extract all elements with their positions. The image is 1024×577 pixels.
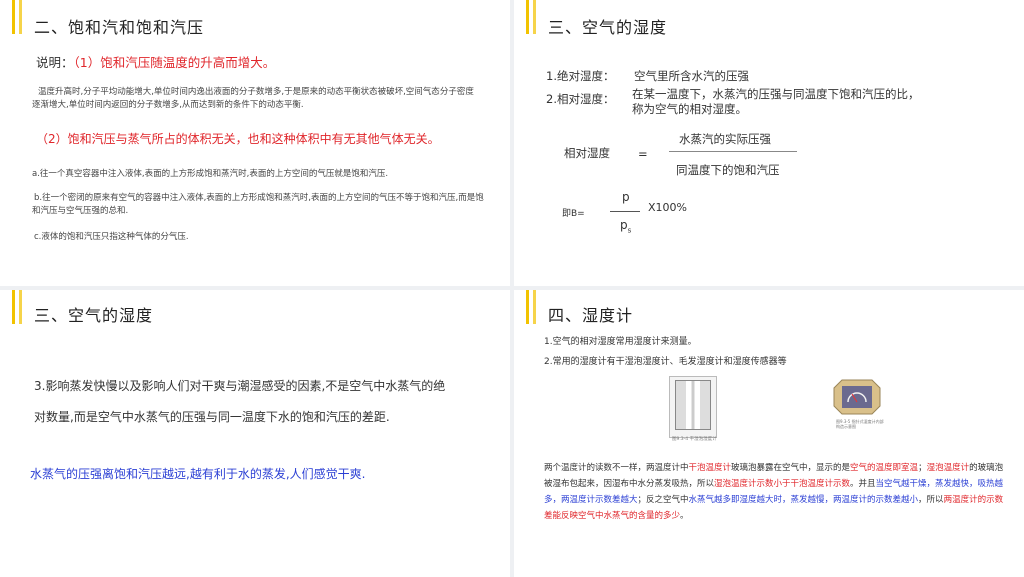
hygrometer-point-1: 1.空气的相对湿度常用湿度计来测量。 [544,337,697,347]
image1-caption: 图9.3-4 干湿泡湿度计 [672,437,717,442]
slide-title: 三、空气的湿度 [34,306,154,325]
explain-point2: （2）饱和汽压与蒸气所占的体积无关，也和这种体积中有无其他气体无关。 [36,132,440,146]
slide-title: 三、空气的湿度 [548,18,668,37]
item-c: c.液体的饱和汽压只指这种气体的分气压. [34,232,189,242]
formula-denominator: 同温度下的饱和汽压 [676,163,780,177]
description-segment: 。 [680,511,689,521]
b-formula-numerator: p [622,190,630,204]
explanation-paragraph: 温度升高时,分子平均动能增大,单位时间内逸出液面的分子数增多,于是原来的动态平衡… [32,87,474,110]
fraction-bar [669,151,797,152]
absolute-humidity-label: 1.绝对湿度： [546,69,615,83]
hygrometer-point-2: 2.常用的湿度计有干湿泡湿度计、毛发湿度计和湿度传感器等 [544,357,787,367]
description-segment: 。并且 [850,479,876,489]
explain-label: 说明： [36,55,74,70]
formula-label: 相对湿度 [564,146,610,160]
description-segment: ；反之空气中 [637,495,689,505]
title-accent-bars [526,0,540,34]
title-accent-bars [12,290,26,324]
hygrometer-description: 两个温度计的读数不一样，两温度计中干泡温度计玻璃泡暴露在空气中，显示的是空气的温… [544,460,1004,524]
formula-numerator: 水蒸汽的实际压强 [679,132,771,146]
description-segment: 湿泡温度计 [926,463,970,473]
wet-dry-bulb-hygrometer-image [669,376,717,438]
description-segment: 两个温度计的读数不一样，两温度计中 [544,463,689,473]
slide-title: 二、饱和汽和饱和汽压 [34,18,205,37]
factor-line-2: 对数量,而是空气中水蒸气的压强与同一温度下水的饱和汽压的差距. [34,410,390,424]
slide-saturated-vapor[interactable]: 二、饱和汽和饱和汽压 说明：（1）饱和汽压随温度的升高而增大。 温度升高时,分子… [0,0,510,286]
title-accent-bars [526,290,540,324]
title-accent-bars [12,0,26,34]
absolute-humidity-text: 空气里所含水汽的压强 [634,69,749,83]
factor-line-1: 3.影响蒸发快慢以及影响人们对干爽与潮湿感受的因素,不是空气中水蒸气的绝 [34,379,446,393]
slide-humidity-evaporation[interactable]: 三、空气的湿度 3.影响蒸发快慢以及影响人们对干爽与潮湿感受的因素,不是空气中水… [0,290,510,577]
description-segment: 干泡温度计 [688,463,732,473]
item-b: b.往一个密闭的原来有空气的容器中注入液体,表面的上方形成饱和蒸汽时,表面的上方… [32,193,484,216]
description-segment: 空气的温度即室温 [850,463,919,473]
b-formula-multiplier: X100% [648,201,687,214]
conclusion-line: 水蒸气的压强离饱和汽压越远,越有利于水的蒸发,人们感觉干爽. [30,467,366,481]
b-formula-label: 即B= [562,209,585,219]
explain-line: 说明：（1）饱和汽压随温度的升高而增大。 [36,52,275,71]
description-segment: 玻璃泡暴露在空气中，显示的是 [731,463,851,473]
slide-title: 四、湿度计 [548,306,634,325]
formula-equals: = [638,147,648,161]
item-a: a.往一个真空容器中注入液体,表面的上方形成饱和蒸汽时,表面的上方空间的气压就是… [32,169,389,179]
explain-point1: （1）饱和汽压随温度的升高而增大。 [73,55,276,70]
relative-humidity-text: 在某一温度下，水蒸汽的压强与同温度下饱和汽压的比，称为空气的相对湿度。 [632,87,920,116]
relative-humidity-label: 2.相对湿度： [546,92,615,106]
slide-humidity-definition[interactable]: 三、空气的湿度 1.绝对湿度： 空气里所含水汽的压强 2.相对湿度： 在某一温度… [514,0,1024,286]
description-segment: ； [918,463,927,473]
slide-hygrometer[interactable]: 四、湿度计 1.空气的相对湿度常用湿度计来测量。 2.常用的湿度计有干湿泡湿度计… [514,290,1024,577]
description-segment: 湿泡温度计示数小于干泡温度计示数 [714,479,851,489]
b-fraction-bar [610,211,640,212]
b-formula-denominator: ps [620,218,632,235]
dial-hygrometer-image [833,379,881,415]
description-segment: ，所以 [918,495,944,505]
image2-caption: 图9.3-5 指针式湿度计内部构造示意图 [836,419,884,429]
description-segment: 水蒸气越多即湿度越大时，蒸发越慢，两温度计的示数差越小 [688,495,919,505]
